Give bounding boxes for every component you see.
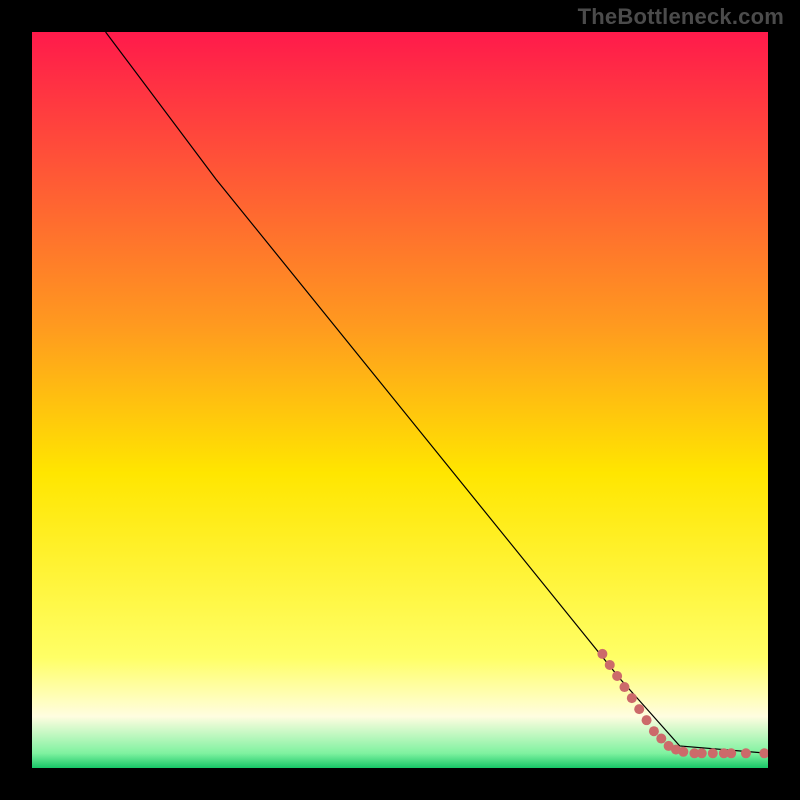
- data-point: [605, 660, 615, 670]
- data-point: [649, 726, 659, 736]
- watermark-text: TheBottleneck.com: [578, 4, 784, 30]
- data-point: [612, 671, 622, 681]
- data-point: [642, 715, 652, 725]
- data-point: [656, 734, 666, 744]
- data-point: [619, 682, 629, 692]
- background-rect: [32, 32, 768, 768]
- data-point: [697, 748, 707, 758]
- data-point: [627, 693, 637, 703]
- data-point: [741, 748, 751, 758]
- plot-area: [32, 32, 768, 768]
- data-point: [726, 748, 736, 758]
- data-point: [708, 748, 718, 758]
- plot-svg: [32, 32, 768, 768]
- data-point: [634, 704, 644, 714]
- data-point: [678, 747, 688, 757]
- data-point: [597, 649, 607, 659]
- chart-frame: TheBottleneck.com: [0, 0, 800, 800]
